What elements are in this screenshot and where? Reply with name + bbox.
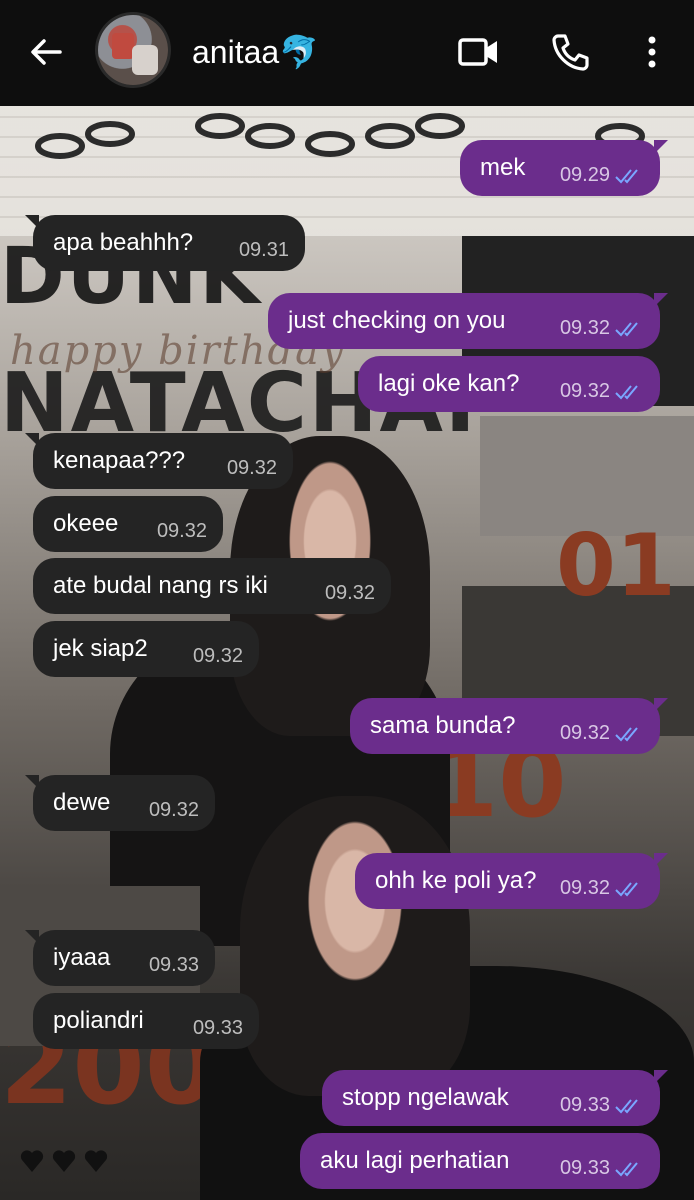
message-outgoing[interactable]: just checking on you 09.32 bbox=[268, 293, 668, 349]
message-incoming[interactable]: poliandri 09.33 bbox=[33, 993, 259, 1049]
message-incoming[interactable]: kenapaa??? 09.32 bbox=[25, 433, 293, 489]
message-time: 09.32 bbox=[559, 380, 610, 402]
message-list: mek 09.29 apa beahhh? 09.31 just checkin… bbox=[0, 0, 694, 1200]
message-meta: 09.31 bbox=[239, 239, 289, 262]
more-options-icon[interactable] bbox=[630, 30, 674, 74]
double-check-icon bbox=[615, 321, 638, 336]
message-meta: 09.32 bbox=[157, 520, 207, 543]
message-text: dewe bbox=[53, 789, 111, 816]
contact-name[interactable]: anitaa🐬 bbox=[192, 32, 319, 72]
message-time: 09.32 bbox=[559, 317, 610, 339]
back-arrow-icon[interactable] bbox=[26, 32, 66, 72]
message-time: 09.32 bbox=[192, 645, 243, 667]
message-incoming[interactable]: iyaaa 09.33 bbox=[25, 930, 215, 986]
message-text: stopp ngelawak bbox=[342, 1084, 509, 1111]
message-incoming[interactable]: okeee 09.32 bbox=[33, 496, 223, 552]
message-text: iyaaa bbox=[53, 944, 111, 971]
message-meta: 09.32 bbox=[560, 877, 644, 900]
message-outgoing[interactable]: aku lagi perhatian 09.33 bbox=[300, 1133, 660, 1189]
message-time: 09.32 bbox=[226, 457, 277, 479]
chat-header: anitaa🐬 bbox=[0, 0, 694, 106]
message-time: 09.29 bbox=[559, 164, 610, 186]
message-text: aku lagi perhatian bbox=[320, 1147, 510, 1174]
message-meta: 09.32 bbox=[325, 582, 375, 605]
message-outgoing[interactable]: sama bunda? 09.32 bbox=[350, 698, 668, 754]
message-meta: 09.33 bbox=[149, 954, 199, 977]
message-meta: 09.32 bbox=[193, 645, 243, 668]
double-check-icon bbox=[615, 726, 638, 741]
message-time: 09.32 bbox=[148, 799, 199, 821]
message-time: 09.32 bbox=[559, 722, 610, 744]
double-check-icon bbox=[615, 384, 638, 399]
message-outgoing[interactable]: ohh ke poli ya? 09.32 bbox=[355, 853, 668, 909]
message-time: 09.33 bbox=[559, 1094, 610, 1116]
message-meta: 09.32 bbox=[227, 457, 277, 480]
message-meta: 09.32 bbox=[149, 799, 199, 822]
phone-icon[interactable] bbox=[548, 30, 592, 74]
message-outgoing[interactable]: mek 09.29 bbox=[460, 140, 668, 196]
message-time: 09.33 bbox=[192, 1017, 243, 1039]
double-check-icon bbox=[615, 1161, 638, 1176]
video-call-icon[interactable] bbox=[456, 30, 500, 74]
message-time: 09.32 bbox=[156, 520, 207, 542]
message-text: lagi oke kan? bbox=[378, 370, 520, 397]
message-meta: 09.33 bbox=[560, 1094, 644, 1117]
message-text: sama bunda? bbox=[370, 712, 516, 739]
message-meta: 09.32 bbox=[560, 317, 644, 340]
message-time: 09.32 bbox=[559, 877, 610, 899]
message-text: apa beahhh? bbox=[53, 229, 194, 256]
message-meta: 09.33 bbox=[560, 1157, 644, 1180]
message-time: 09.33 bbox=[148, 954, 199, 976]
message-text: jek siap2 bbox=[53, 635, 148, 662]
message-time: 09.32 bbox=[324, 582, 375, 604]
message-text: ate budal nang rs iki bbox=[53, 572, 268, 599]
message-time: 09.33 bbox=[559, 1157, 610, 1179]
message-incoming[interactable]: apa beahhh? 09.31 bbox=[25, 215, 305, 271]
message-outgoing[interactable]: lagi oke kan? 09.32 bbox=[358, 356, 660, 412]
message-text: kenapaa??? bbox=[53, 447, 186, 474]
message-text: okeee bbox=[53, 510, 119, 537]
message-incoming[interactable]: dewe 09.32 bbox=[25, 775, 215, 831]
message-outgoing[interactable]: stopp ngelawak 09.33 bbox=[322, 1070, 668, 1126]
message-incoming[interactable]: jek siap2 09.32 bbox=[33, 621, 259, 677]
double-check-icon bbox=[615, 1098, 638, 1113]
double-check-icon bbox=[615, 168, 638, 183]
message-meta: 09.32 bbox=[560, 380, 644, 403]
message-meta: 09.29 bbox=[560, 164, 644, 187]
message-text: poliandri bbox=[53, 1007, 144, 1034]
double-check-icon bbox=[615, 881, 638, 896]
message-meta: 09.33 bbox=[193, 1017, 243, 1040]
message-incoming[interactable]: ate budal nang rs iki 09.32 bbox=[33, 558, 391, 614]
message-text: mek bbox=[480, 154, 526, 181]
contact-avatar[interactable] bbox=[98, 15, 168, 85]
message-time: 09.31 bbox=[238, 239, 289, 261]
message-text: ohh ke poli ya? bbox=[375, 867, 537, 894]
message-meta: 09.32 bbox=[560, 722, 644, 745]
message-text: just checking on you bbox=[288, 307, 506, 334]
